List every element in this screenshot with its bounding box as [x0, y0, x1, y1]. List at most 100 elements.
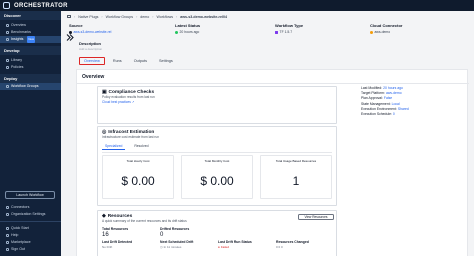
next-scheduled-drift-text: In 11 minutes — [163, 245, 182, 249]
usage-resources-value: 1 — [292, 174, 300, 188]
resources-changed-label: Resources Changed — [276, 240, 309, 244]
grid-icon — [6, 24, 9, 27]
next-scheduled-drift: Next Scheduled Drift ◷ In 11 minutes — [160, 240, 218, 249]
compliance-link-text[interactable]: Cloud best practices — [102, 100, 131, 104]
hourly-cost-label: Total Hourly Cost — [126, 159, 150, 163]
sidebar-item-benchmarks[interactable]: Benchmarks — [0, 29, 61, 36]
last-drift-detected-value: No Drift — [102, 245, 113, 249]
resources-row: Total Resources 16 Drifted Resources 0 — [102, 227, 334, 238]
workflow-tabs: Overview Runs Outputs Settings — [79, 57, 177, 65]
breadcrumb-item[interactable]: Workflow Groups — [106, 15, 134, 19]
sidebar-item-library[interactable]: Library — [0, 57, 61, 64]
clock-icon: ◷ — [160, 245, 163, 249]
sidebar-item-connectors[interactable]: Connectors — [0, 204, 61, 211]
drifted-resources-label: Drifted Resources — [160, 227, 190, 231]
breadcrumb-separator: › — [74, 14, 76, 19]
next-scheduled-drift-label: Next Scheduled Drift — [160, 240, 194, 244]
sidebar-item-label: Library — [11, 58, 22, 62]
last-drift-detected-label: Last Drift Detected — [102, 240, 133, 244]
sidebar-section-develop: Develop Library Policies — [0, 46, 61, 71]
sidebar-item-label: Workflow Groups — [11, 84, 39, 88]
breadcrumb-item[interactable]: demo — [140, 15, 149, 19]
rocket-icon — [6, 226, 9, 230]
compliance-card: ▣ Compliance Checks Policy evaluation res… — [97, 86, 337, 124]
top-bar: ORCHESTRATOR — [0, 0, 474, 11]
terraform-icon — [275, 30, 278, 34]
resources-grid: Total Resources 16 Drifted Resources 0 Las… — [102, 227, 334, 249]
home-icon[interactable] — [67, 14, 71, 19]
source-value[interactable]: aws-s3-demo-website-rel — [69, 30, 111, 34]
infracost-tabs: Specialized Resolved — [102, 144, 151, 150]
sidebar-item-sign-out[interactable]: Sign Out — [0, 246, 61, 253]
source-label: Source — [69, 23, 83, 28]
sidebar-item-overview[interactable]: Overview — [0, 22, 61, 29]
sidebar-section-discover: Discover Overview Benchmarks Insights New — [0, 11, 61, 43]
source-link[interactable]: aws-s3-demo-website-rel — [74, 30, 112, 34]
description-value[interactable]: Add a description — [79, 47, 102, 51]
workflow-type-value: TF 1.5.7 — [275, 30, 303, 34]
workflow-icon — [6, 85, 9, 88]
tab-overview[interactable]: Overview — [79, 57, 105, 65]
sidebar-item-organization-settings[interactable]: Organization Settings — [0, 211, 61, 218]
total-resources: Total Resources 16 — [102, 227, 160, 238]
gauge-icon — [6, 31, 9, 34]
workflow-meta-list: Last Modified: 20 hours ago Target Platfo… — [361, 86, 461, 117]
usage-resources-label: Total Usage Based Resources — [275, 159, 317, 163]
error-icon: ● — [218, 245, 220, 249]
sidebar-divider — [0, 221, 61, 222]
total-resources-label: Total Resources — [102, 227, 129, 231]
cloud-connector-label: Cloud Connector — [370, 23, 403, 28]
workflow-type-label: Workflow Type — [275, 23, 304, 28]
sidebar-item-label: Marketplace — [11, 239, 31, 244]
sidebar-item-quick-start[interactable]: Quick Start — [0, 225, 61, 232]
breadcrumb-current: aws-s3-demo-website-rel04 — [180, 14, 227, 19]
sidebar-item-label: Help — [11, 232, 19, 237]
book-icon — [6, 59, 9, 62]
breadcrumb: › Native Plugs › Workflow Groups › demo … — [67, 13, 227, 20]
monthly-cost-label: Total Monthly Cost — [204, 159, 230, 163]
sidebar-item-label: Overview — [11, 23, 26, 27]
overview-divider — [77, 83, 469, 84]
sidebar-item-label: Policies — [11, 65, 24, 69]
shield-icon — [6, 66, 9, 69]
compliance-link[interactable]: Cloud best practices ↗ — [102, 100, 332, 104]
breadcrumb-item[interactable]: Workflows — [157, 15, 174, 19]
tab-settings[interactable]: Settings — [155, 57, 177, 65]
meta-row: Execution Schedule: 0 — [361, 112, 461, 117]
meta-key: Execution Schedule: — [361, 111, 392, 116]
sidebar-item-policies[interactable]: Policies — [0, 64, 61, 71]
source-field: Source aws-s3-demo-website-rel — [69, 23, 111, 34]
meta-value[interactable]: 0 — [393, 112, 395, 117]
bulb-icon — [6, 38, 9, 41]
sidebar-item-label: Benchmarks — [11, 30, 31, 34]
store-icon — [6, 240, 9, 244]
expand-sidebar-icon[interactable] — [65, 33, 74, 41]
breadcrumb-item[interactable]: Native Plugs — [78, 15, 98, 19]
sidebar-item-label: Sign Out — [11, 246, 25, 251]
sidebar-item-label: Organization Settings — [11, 212, 46, 216]
meta-value[interactable]: Shared — [398, 107, 409, 112]
resources-row: Last Drift Detected No Drift Next Schedul… — [102, 240, 334, 249]
workflow-type-field: Workflow Type TF 1.5.7 — [275, 23, 303, 34]
last-drift-run-status-text: Failed — [220, 245, 229, 249]
tab-resolved[interactable]: Resolved — [131, 144, 151, 150]
sidebar-bottom: Connectors Organization Settings Quick S… — [0, 204, 61, 253]
external-link-icon: ↗ — [131, 100, 135, 104]
cloud-connector-field: Cloud Connector aws-demo — [370, 23, 402, 34]
tab-outputs[interactable]: Outputs — [130, 57, 151, 65]
app-logo-icon — [3, 2, 10, 9]
workflow-type-text: TF 1.5.7 — [279, 30, 293, 34]
sidebar-item-insights[interactable]: Insights New — [0, 36, 61, 43]
hourly-cost-value: $ 0.00 — [121, 174, 155, 188]
view-resources-button[interactable]: View Resources — [298, 214, 334, 220]
sidebar-item-marketplace[interactable]: Marketplace — [0, 239, 61, 246]
tab-specialized[interactable]: Specialized — [102, 144, 126, 150]
tab-runs[interactable]: Runs — [109, 57, 126, 65]
monthly-cost-box: Total Monthly Cost $ 0.00 — [181, 155, 253, 199]
sidebar-item-help[interactable]: Help — [0, 232, 61, 239]
launch-workflow-button[interactable]: Launch Workflow — [5, 191, 55, 199]
sidebar-item-workflow-groups[interactable]: Workflow Groups — [0, 83, 61, 90]
breadcrumb-separator: › — [136, 14, 138, 19]
sidebar-section-title: Develop — [0, 46, 61, 55]
breadcrumb-separator: › — [152, 14, 154, 19]
